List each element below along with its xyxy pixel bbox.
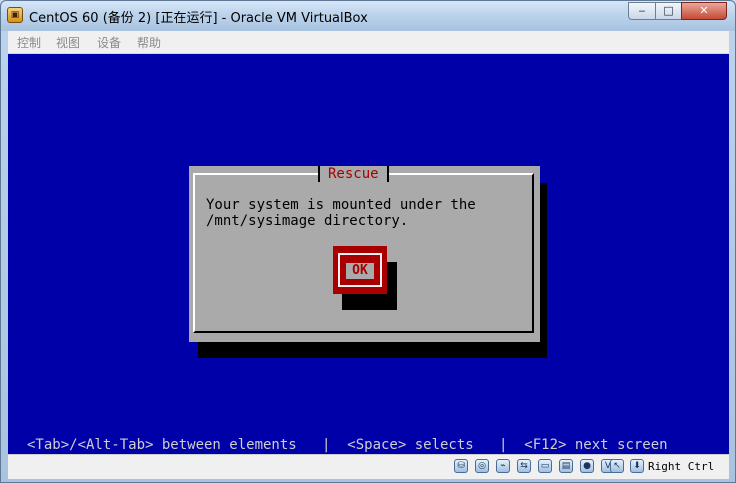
ok-button-frame: OK (338, 253, 382, 287)
menu-devices[interactable]: 设备 (97, 34, 121, 51)
minimize-button[interactable]: ‒ (628, 2, 656, 20)
keyboard-capture-icon[interactable]: ⬇ (630, 459, 644, 473)
usb-icon[interactable]: ⌁ (496, 459, 510, 473)
mouse-integration-icon[interactable]: ↖ (610, 459, 624, 473)
optical-drive-icon[interactable]: ◎ (475, 459, 489, 473)
status-bar: ⛁ ◎ ⌁ ⇆ ▭ ▤ ● V ↖ ⬇ Right Ctrl (8, 454, 729, 479)
ok-button-label: OK (346, 263, 374, 279)
dialog-message-line-1: Your system is mounted under the (206, 197, 476, 213)
maximize-button[interactable]: □ (655, 2, 682, 20)
host-key-label: Right Ctrl (648, 460, 715, 473)
keyboard-help-line: <Tab>/<Alt-Tab> between elements | <Spac… (27, 437, 668, 453)
network-icon[interactable]: ▤ (559, 459, 573, 473)
close-button[interactable]: ✕ (681, 2, 727, 20)
menu-control[interactable]: 控制 (17, 34, 41, 51)
shared-folders-icon[interactable]: ⇆ (517, 459, 531, 473)
menu-view[interactable]: 视图 (56, 34, 80, 51)
menu-bar: 控制 视图 设备 帮助 (8, 31, 729, 54)
virtualbox-app-icon: ▣ (7, 7, 23, 23)
video-capture-icon[interactable]: ● (580, 459, 594, 473)
menu-help[interactable]: 帮助 (137, 34, 161, 51)
ok-button[interactable]: OK (333, 246, 387, 294)
display-icon[interactable]: ▭ (538, 459, 552, 473)
rescue-dialog: Rescue Your system is mounted under the … (189, 166, 540, 342)
dialog-message-line-2: /mnt/sysimage directory. (206, 213, 409, 229)
guest-screen[interactable]: Rescue Your system is mounted under the … (8, 54, 729, 454)
dialog-title: Rescue (318, 166, 389, 182)
window-title: CentOS 60 (备份 2) [正在运行] - Oracle VM Virt… (29, 11, 368, 26)
virtualbox-window: ▣ CentOS 60 (备份 2) [正在运行] - Oracle VM Vi… (0, 0, 736, 483)
title-bar[interactable]: ▣ CentOS 60 (备份 2) [正在运行] - Oracle VM Vi… (1, 1, 735, 31)
hard-disk-icon[interactable]: ⛁ (454, 459, 468, 473)
